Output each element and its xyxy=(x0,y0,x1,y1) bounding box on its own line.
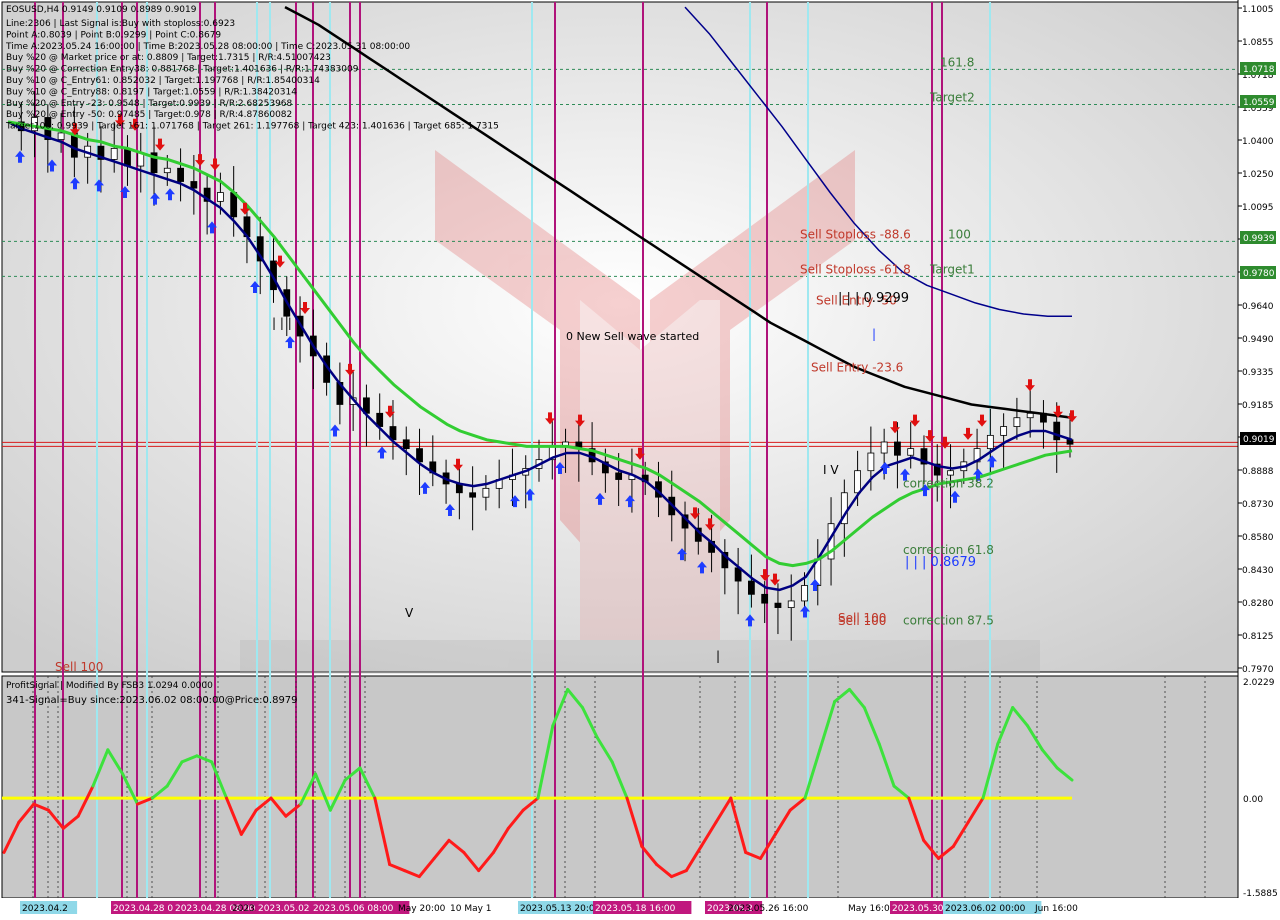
symbol-header: EOSUSD,H4 0.9149 0.9109 0.8989 0.9019 xyxy=(6,5,197,15)
info-line-8: Buy %20 @ Entry -50: 0.97485 | Target:0.… xyxy=(6,110,292,120)
candle-body xyxy=(867,452,875,472)
oscillator-subtitle: 341-Signal=Buy since:2023.06.02 08:00:00… xyxy=(6,695,298,706)
price-tick-label-16: 0.8580 xyxy=(1242,533,1274,543)
info-line-1: Point A:0.8039 | Point B:0.9299 | Point … xyxy=(6,30,221,40)
candle-body xyxy=(986,434,994,450)
annotation-bars: | | | xyxy=(272,316,292,330)
level-label-3: 100 xyxy=(948,227,971,241)
price-tick-label-17: 0.8430 xyxy=(1242,566,1274,576)
oscillator-plot-area xyxy=(1,675,1239,899)
time-label-11: 2023.05.26 16:00 xyxy=(728,904,809,914)
candle-body xyxy=(748,580,755,595)
info-line-9: Target100: 0.9939 | Target 161: 1.071768… xyxy=(5,122,499,132)
osc-tick-label-0: 2.0229 xyxy=(1243,678,1275,688)
price-label-4: 0.9019 xyxy=(1243,435,1275,445)
time-label-15: Jun 16:00 xyxy=(1034,904,1078,914)
price-tick-label-4: 1.0400 xyxy=(1242,137,1274,147)
candle-body xyxy=(402,439,410,450)
price-label-0: 1.0718 xyxy=(1243,65,1275,75)
level-label-4: Target1 xyxy=(929,262,975,276)
price-tick-label-0: 1.1005 xyxy=(1242,5,1274,15)
price-label-3: 0.9780 xyxy=(1243,269,1275,279)
candle-body xyxy=(163,167,171,174)
annotation-point-c: | | | 0.8679 xyxy=(905,555,976,570)
level-label-10: correction 87.5 xyxy=(903,613,994,627)
price-tick-label-15: 0.8730 xyxy=(1242,500,1274,510)
candle-body xyxy=(880,441,888,454)
candle-body xyxy=(1026,412,1034,419)
time-label-12: May 16:00 xyxy=(848,904,896,914)
annotation-point-b: | | | 0.9299 xyxy=(838,291,909,306)
time-label-5: 2023.05.06 08:00 xyxy=(313,904,394,914)
price-tick-label-5: 1.0250 xyxy=(1242,170,1274,180)
time-label-13: 2023.05.30 xyxy=(892,904,944,914)
candle-body xyxy=(1000,426,1008,436)
price-label-1: 1.0559 xyxy=(1243,98,1275,108)
candle-body xyxy=(615,472,623,480)
candle-body xyxy=(216,192,224,202)
time-label-0: 2023.04.2 xyxy=(22,904,68,914)
candle-body xyxy=(894,441,901,456)
osc-tick-label-1: 0.00 xyxy=(1243,795,1263,805)
candle-body xyxy=(907,448,915,456)
price-tick-label-14: 0.8888 xyxy=(1242,467,1274,477)
candle-body xyxy=(416,448,423,463)
annotation-tick-2: | xyxy=(872,327,876,341)
candle-body xyxy=(57,132,65,140)
price-tick-label-9: 0.9640 xyxy=(1242,302,1274,312)
candle-body xyxy=(854,470,861,494)
candle-body xyxy=(482,487,490,498)
price-tick-label-12: 0.9185 xyxy=(1242,401,1274,411)
annotation-sell-100-left: Sell 100 xyxy=(55,660,103,674)
info-line-3: Buy %20 @ Market price or at: 0.8809 | T… xyxy=(6,53,331,63)
time-label-8: 2023.05.13 20:00 xyxy=(520,904,601,914)
info-line-0: Line:2306 | Last Signal is:Buy with stop… xyxy=(6,19,235,29)
candle-body xyxy=(177,167,184,182)
level-label-7: Sell Entry -23.6 xyxy=(811,361,903,375)
candle-body xyxy=(190,181,198,189)
annotation-wave-iv: I V xyxy=(823,463,839,477)
candle-body xyxy=(947,470,954,476)
oscillator-title: ProfitSignal | Modified By FSB3 1.0294 0… xyxy=(6,681,213,691)
info-line-5: Buy %10 @ C_Entry61: 0.852032 | Target:1… xyxy=(6,76,320,86)
price-tick-label-18: 0.8280 xyxy=(1242,599,1274,609)
time-label-7: 10 May 1 xyxy=(450,904,492,914)
price-tick-label-11: 0.9335 xyxy=(1242,368,1274,378)
level-label-0: 161.8 xyxy=(940,55,974,69)
level-label-5: Sell Stoploss -61.8 xyxy=(800,262,911,276)
candle-body xyxy=(124,147,131,167)
info-line-6: Buy %10 @ C_Entry88: 0.8197 | Target:1.0… xyxy=(6,87,297,97)
price-tick-label-1: 1.0855 xyxy=(1242,38,1274,48)
annotation-wave-v: V xyxy=(405,606,414,620)
annotation-new-wave: 0 New Sell wave started xyxy=(566,330,699,343)
chart-canvas: 161.8 Target2 Sell Stoploss -88.6 100 Target… xyxy=(0,0,1280,920)
time-label-1: 2023.04.28 00 xyxy=(113,904,179,914)
candle-body xyxy=(110,147,118,160)
level-label-1: Target2 xyxy=(929,90,975,104)
candle-body xyxy=(801,585,808,602)
candle-body xyxy=(774,602,782,608)
candle-body xyxy=(761,593,769,604)
time-label-4: 2023.05.02 0 xyxy=(258,904,318,914)
candle-body xyxy=(1053,421,1061,441)
price-tick-label-20: 0.7970 xyxy=(1242,665,1274,675)
price-tick-label-19: 0.8125 xyxy=(1242,632,1274,642)
info-line-7: Buy %20 @ Entry -23: 0.9548 | Target:0.9… xyxy=(6,99,293,109)
candle-body xyxy=(787,600,795,608)
annotation-sell-100: Sell 100 xyxy=(838,614,886,628)
time-label-9: 2023.05.18 16:00 xyxy=(595,904,676,914)
info-line-2: Time A:2023.05.24 16:00:00 | Time B:2023… xyxy=(5,42,410,52)
price-tick-label-10: 0.9490 xyxy=(1242,335,1274,345)
level-label-8: correction 38.2 xyxy=(903,477,994,491)
candle-body xyxy=(1013,417,1021,427)
info-line-4: Buy %20 @ Correction Entry38: 0.881768 |… xyxy=(6,65,359,75)
candle-body xyxy=(469,492,477,498)
price-tick-label-6: 1.0095 xyxy=(1242,203,1274,213)
price-label-2: 0.9939 xyxy=(1243,234,1275,244)
level-label-2: Sell Stoploss -88.6 xyxy=(800,227,911,241)
annotation-tick-1: | xyxy=(716,649,720,663)
time-label-14: 2023.06.02 00:00 xyxy=(945,904,1026,914)
osc-tick-label-2: -1.5885 xyxy=(1243,889,1278,899)
time-label-6: May 20:00 xyxy=(398,904,446,914)
